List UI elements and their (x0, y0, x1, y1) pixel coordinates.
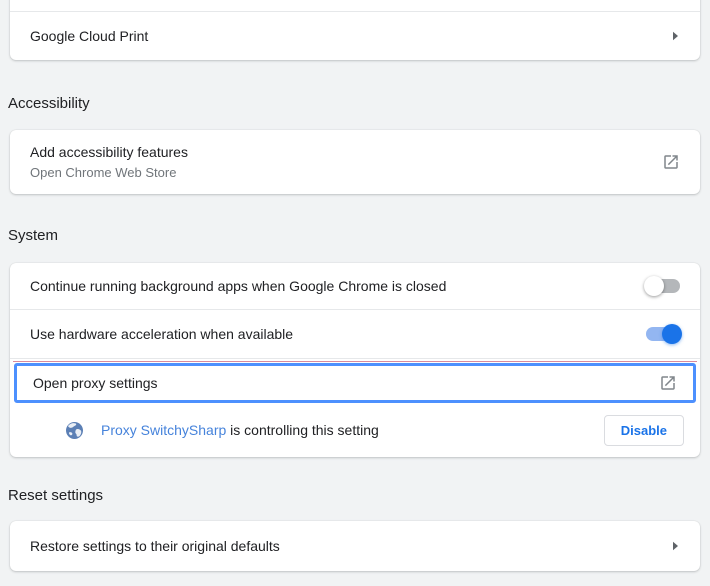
globe-icon (65, 421, 84, 440)
chevron-right-icon (670, 541, 680, 551)
hardware-acceleration-row[interactable]: Use hardware acceleration when available (10, 310, 700, 358)
system-heading: System (8, 227, 59, 244)
accessibility-row-text: Add accessibility features Open Chrome W… (30, 144, 188, 180)
open-chrome-web-store-label: Open Chrome Web Store (30, 165, 177, 180)
background-apps-row[interactable]: Continue running background apps when Go… (10, 263, 700, 309)
system-card: Continue running background apps when Go… (10, 263, 700, 457)
chevron-right-icon (670, 31, 680, 41)
background-apps-toggle[interactable] (644, 276, 680, 296)
external-link-icon (659, 374, 677, 392)
extension-message-text: is controlling this setting (226, 422, 379, 438)
add-accessibility-features-row[interactable]: Add accessibility features Open Chrome W… (10, 130, 700, 194)
cloud-print-card: Google Cloud Print (10, 0, 700, 60)
extension-message: Proxy SwitchySharp is controlling this s… (101, 422, 379, 438)
disable-button[interactable]: Disable (603, 414, 684, 446)
divider (10, 358, 700, 359)
hardware-acceleration-toggle[interactable] (646, 324, 682, 344)
open-proxy-settings-label: Open proxy settings (33, 375, 158, 391)
restore-defaults-label: Restore settings to their original defau… (30, 538, 280, 554)
proxy-switchysharp-link[interactable]: Proxy SwitchySharp (101, 422, 226, 438)
background-apps-label: Continue running background apps when Go… (30, 278, 447, 294)
restore-defaults-row[interactable]: Restore settings to their original defau… (10, 521, 700, 571)
add-accessibility-features-label: Add accessibility features (30, 144, 188, 160)
cloud-print-card-upper-area (10, 0, 700, 11)
accessibility-card: Add accessibility features Open Chrome W… (10, 130, 700, 194)
extension-controlled-row: Proxy SwitchySharp is controlling this s… (10, 403, 700, 457)
accessibility-heading: Accessibility (8, 95, 90, 112)
open-proxy-settings-row[interactable]: Open proxy settings (13, 361, 697, 403)
reset-settings-card: Restore settings to their original defau… (10, 521, 700, 571)
google-cloud-print-label: Google Cloud Print (30, 28, 149, 44)
reset-settings-heading: Reset settings (8, 487, 104, 504)
google-cloud-print-row[interactable]: Google Cloud Print (10, 12, 700, 60)
hardware-acceleration-label: Use hardware acceleration when available (30, 326, 294, 342)
external-link-icon (662, 153, 680, 171)
